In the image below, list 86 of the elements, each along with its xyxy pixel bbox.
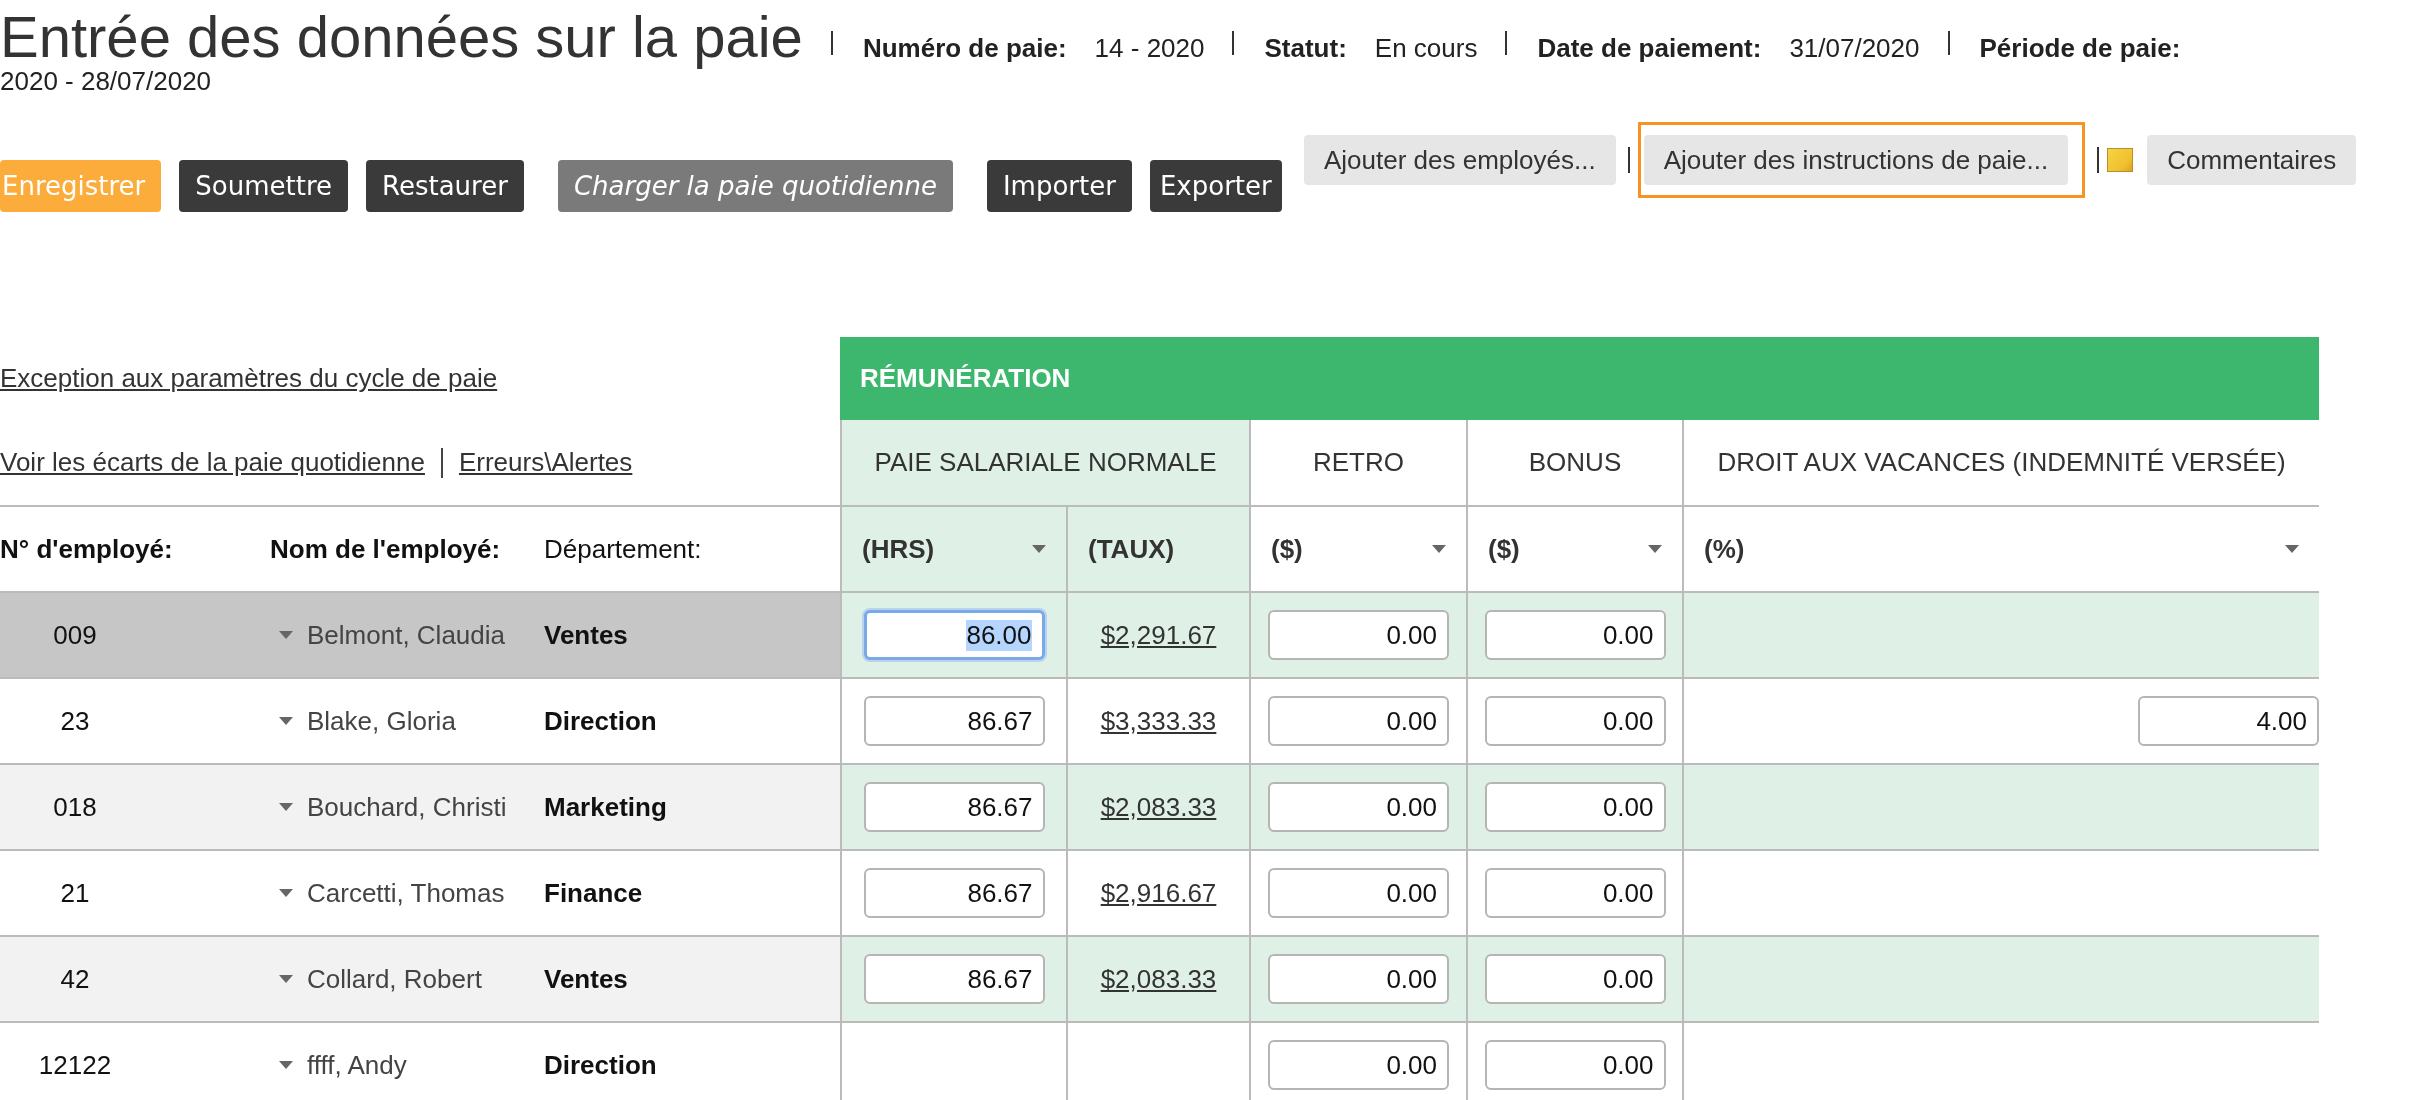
- amount-link[interactable]: $2,916.67: [1100, 877, 1217, 909]
- input-field[interactable]: 0.00: [1484, 610, 1666, 660]
- link[interactable]: Exception aux paramètres du cycle de paie: [0, 363, 498, 394]
- link[interactable]: Erreurs\Alertes: [458, 447, 633, 478]
- table-cell-text: Ventes: [543, 962, 629, 996]
- caret-icon[interactable]: [279, 803, 293, 811]
- input-field[interactable]: 0.00: [1268, 868, 1449, 918]
- employee-name: Carcetti, Thomas: [307, 877, 505, 909]
- column-header: RETRO: [1249, 420, 1466, 505]
- column-header: BONUS: [1466, 420, 1682, 505]
- unit-label: (HRS): [862, 533, 935, 565]
- employee-name: ffff, Andy: [307, 1049, 407, 1081]
- input-field[interactable]: 86.67: [863, 696, 1045, 746]
- field-label: Période de paie:: [1979, 33, 2181, 64]
- caret-icon[interactable]: [279, 975, 293, 983]
- caret-icon[interactable]: [279, 631, 293, 639]
- table-cell-text: Finance: [543, 876, 644, 910]
- employee-name: Blake, Gloria: [307, 705, 456, 737]
- unit-label: ($): [1271, 533, 1303, 565]
- toolbar-button[interactable]: Ajouter des employés...: [1304, 135, 1616, 185]
- field-label: Statut:: [1264, 33, 1347, 64]
- table-row[interactable]: 009 Belmont, Claudia Ventes 86.00 $2,291.67 0.00 0.00: [0, 593, 2319, 679]
- input-field[interactable]: 0.00: [1484, 782, 1666, 832]
- table-cell-text: 009: [52, 618, 98, 652]
- table-row[interactable]: 42 Collard, Robert Ventes 86.67 $2,083.33 0.00 0.00: [0, 937, 2319, 1023]
- table-cell-text: Direction: [543, 704, 658, 738]
- employee-name: Bouchard, Christi: [307, 791, 507, 823]
- unit-label: (TAUX): [1088, 533, 1175, 565]
- note-icon[interactable]: [2107, 148, 2134, 172]
- table-cell-text: 23: [59, 704, 91, 738]
- table-cell-text: Ventes: [543, 618, 629, 652]
- action-button[interactable]: Importer: [986, 160, 1132, 212]
- amount-link[interactable]: $3,333.33: [1100, 705, 1217, 737]
- caret-icon[interactable]: [279, 889, 293, 897]
- column-header: PAIE SALARIALE NORMALE: [840, 420, 1249, 505]
- table-row[interactable]: 21 Carcetti, Thomas Finance 86.67 $2,916.67 0.00 0.00: [0, 851, 2319, 937]
- field-value: 31/07/2020: [1789, 33, 1920, 64]
- caret-icon[interactable]: [279, 1061, 293, 1069]
- action-button[interactable]: Soumettre: [179, 160, 348, 212]
- page-title: Entrée des données sur la paie: [0, 6, 803, 68]
- input-field[interactable]: 0.00: [1268, 1040, 1449, 1090]
- unit-label: (%): [1704, 533, 1745, 565]
- input-field[interactable]: 0.00: [1268, 954, 1449, 1004]
- table-cell-text: Marketing: [543, 790, 668, 824]
- field-label: Date de paiement:: [1537, 33, 1762, 64]
- input-field[interactable]: 0.00: [1484, 696, 1666, 746]
- input-field[interactable]: 0.00: [1484, 868, 1666, 918]
- table-cell-text: 42: [59, 962, 91, 996]
- field-value: 2020 - 28/07/2020: [0, 68, 213, 94]
- input-field[interactable]: 86.67: [863, 954, 1045, 1004]
- column-header: DROIT AUX VACANCES (INDEMNITÉ VERSÉE): [1682, 420, 2319, 505]
- table-row[interactable]: 23 Blake, Gloria Direction 86.67 $3,333.33 0.00 0.00 4.00: [0, 679, 2319, 765]
- input-field[interactable]: 86.00: [863, 610, 1045, 660]
- input-field[interactable]: 0.00: [1484, 1040, 1666, 1090]
- table-cell-text: 018: [52, 790, 98, 824]
- employee-name: Belmont, Claudia: [307, 619, 505, 651]
- action-button[interactable]: Restaurer: [366, 160, 524, 212]
- caret-icon[interactable]: [1032, 545, 1046, 553]
- table-cell-text: 21: [59, 876, 91, 910]
- toolbar-button[interactable]: Commentaires: [2147, 135, 2357, 185]
- employee-name: Collard, Robert: [307, 963, 482, 995]
- column-label: Département:: [543, 532, 703, 566]
- field-label: Numéro de paie:: [862, 33, 1067, 64]
- caret-icon[interactable]: [2285, 545, 2299, 553]
- input-field[interactable]: 0.00: [1484, 954, 1666, 1004]
- input-field[interactable]: 86.67: [863, 782, 1045, 832]
- toolbar-button[interactable]: Ajouter des instructions de paie...: [1643, 135, 2069, 185]
- table-row[interactable]: 018 Bouchard, Christi Marketing 86.67 $2,083.33 0.00 0.00: [0, 765, 2319, 851]
- action-button[interactable]: Exporter: [1149, 160, 1282, 212]
- input-field[interactable]: 0.00: [1268, 696, 1449, 746]
- caret-icon[interactable]: [279, 717, 293, 725]
- table-row[interactable]: 12122 ffff, Andy Direction 0.00 0.00: [0, 1023, 2319, 1100]
- input-field[interactable]: 0.00: [1268, 610, 1449, 660]
- caret-icon[interactable]: [1648, 545, 1662, 553]
- input-field[interactable]: 4.00: [2138, 696, 2319, 746]
- table-cell-text: 12122: [37, 1048, 113, 1082]
- unit-label: ($): [1488, 533, 1520, 565]
- column-label: N° d'employé:: [0, 532, 173, 566]
- input-field[interactable]: 86.67: [863, 868, 1045, 918]
- input-field[interactable]: 0.00: [1268, 782, 1449, 832]
- section-header: RÉMUNÉRATION: [840, 337, 2319, 420]
- table-cell-text: Direction: [543, 1048, 658, 1082]
- caret-icon[interactable]: [1432, 545, 1446, 553]
- field-value: En cours: [1374, 33, 1478, 64]
- link[interactable]: Voir les écarts de la paie quotidienne: [0, 447, 425, 478]
- field-value: 14 - 2020: [1094, 33, 1205, 64]
